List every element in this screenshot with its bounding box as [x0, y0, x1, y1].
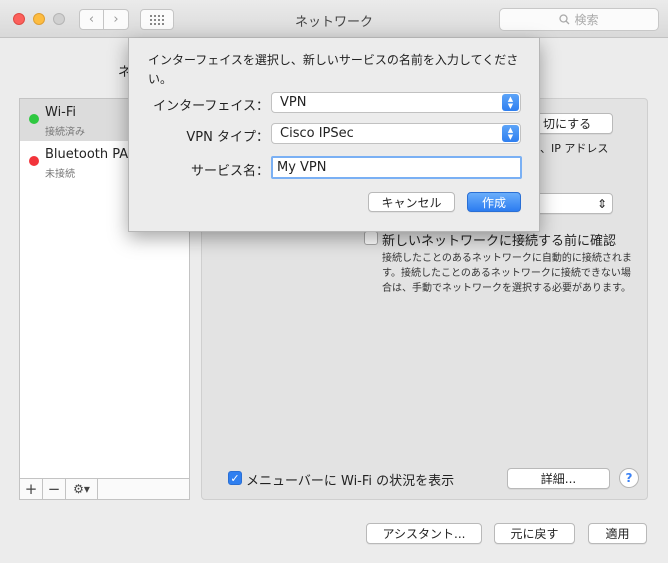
- ask-to-join-label: 新しいネットワークに接続する前に確認: [382, 234, 617, 249]
- search-icon: [559, 14, 570, 25]
- interface-label: インターフェイス：: [153, 99, 269, 114]
- service-name-label: サービス名：: [190, 164, 269, 179]
- service-status: 未接続: [45, 169, 75, 180]
- updown-chevron-icon: ⇕: [596, 196, 607, 211]
- sheet-instruction: インターフェイスを選択し、新しいサービスの名前を入力してください。: [148, 53, 519, 86]
- service-name: Bluetooth PAN: [45, 147, 138, 162]
- status-dot-disconnected: [29, 156, 39, 166]
- vpn-type-label: VPN タイプ：: [186, 130, 269, 145]
- interface-popup[interactable]: VPN ▲ ▼: [271, 92, 521, 113]
- updown-chevron-icon: ▲ ▼: [502, 94, 519, 111]
- assistant-button[interactable]: アシスタント...: [366, 523, 482, 544]
- wifi-toggle-button[interactable]: 切にする: [536, 113, 613, 134]
- remove-service-button[interactable]: −: [43, 479, 66, 499]
- add-service-button[interactable]: +: [20, 479, 43, 499]
- show-wifi-status-checkbox[interactable]: ✓: [228, 471, 242, 485]
- updown-chevron-icon: ▲ ▼: [502, 125, 519, 142]
- apply-button[interactable]: 適用: [588, 523, 647, 544]
- service-name-input[interactable]: My VPN: [271, 156, 522, 179]
- new-service-sheet: インターフェイスを選択し、新しいサービスの名前を入力してください。 インターフェ…: [128, 38, 540, 232]
- status-dot-connected: [29, 114, 39, 124]
- revert-button[interactable]: 元に戻す: [494, 523, 575, 544]
- search-field[interactable]: 検索: [499, 8, 659, 31]
- ask-to-join-checkbox[interactable]: [364, 231, 378, 245]
- checkmark-icon: ✓: [230, 471, 240, 485]
- interface-value: VPN: [280, 95, 307, 110]
- ask-to-join-description: 接続したことのあるネットワークに自動的に接続されます。接続したことのあるネットワ…: [382, 253, 632, 294]
- cancel-button[interactable]: キャンセル: [368, 192, 455, 212]
- service-name: Wi-Fi: [45, 105, 77, 120]
- service-list-toolbar: + − ⚙▾: [19, 478, 190, 500]
- search-placeholder: 検索: [574, 13, 599, 27]
- action-menu-button[interactable]: ⚙▾: [66, 479, 98, 499]
- help-button[interactable]: ?: [619, 468, 639, 488]
- network-name-select[interactable]: ⇕: [536, 193, 613, 214]
- vpn-type-popup[interactable]: Cisco IPSec ▲ ▼: [271, 123, 521, 144]
- vpn-type-value: Cisco IPSec: [280, 126, 354, 141]
- advanced-button[interactable]: 詳細...: [507, 468, 610, 489]
- show-wifi-status-label: メニューバーに Wi-Fi の状況を表示: [246, 474, 455, 489]
- ip-address-text: 、IP アドレス: [540, 142, 609, 155]
- create-button[interactable]: 作成: [467, 192, 521, 212]
- service-status: 接続済み: [45, 127, 85, 138]
